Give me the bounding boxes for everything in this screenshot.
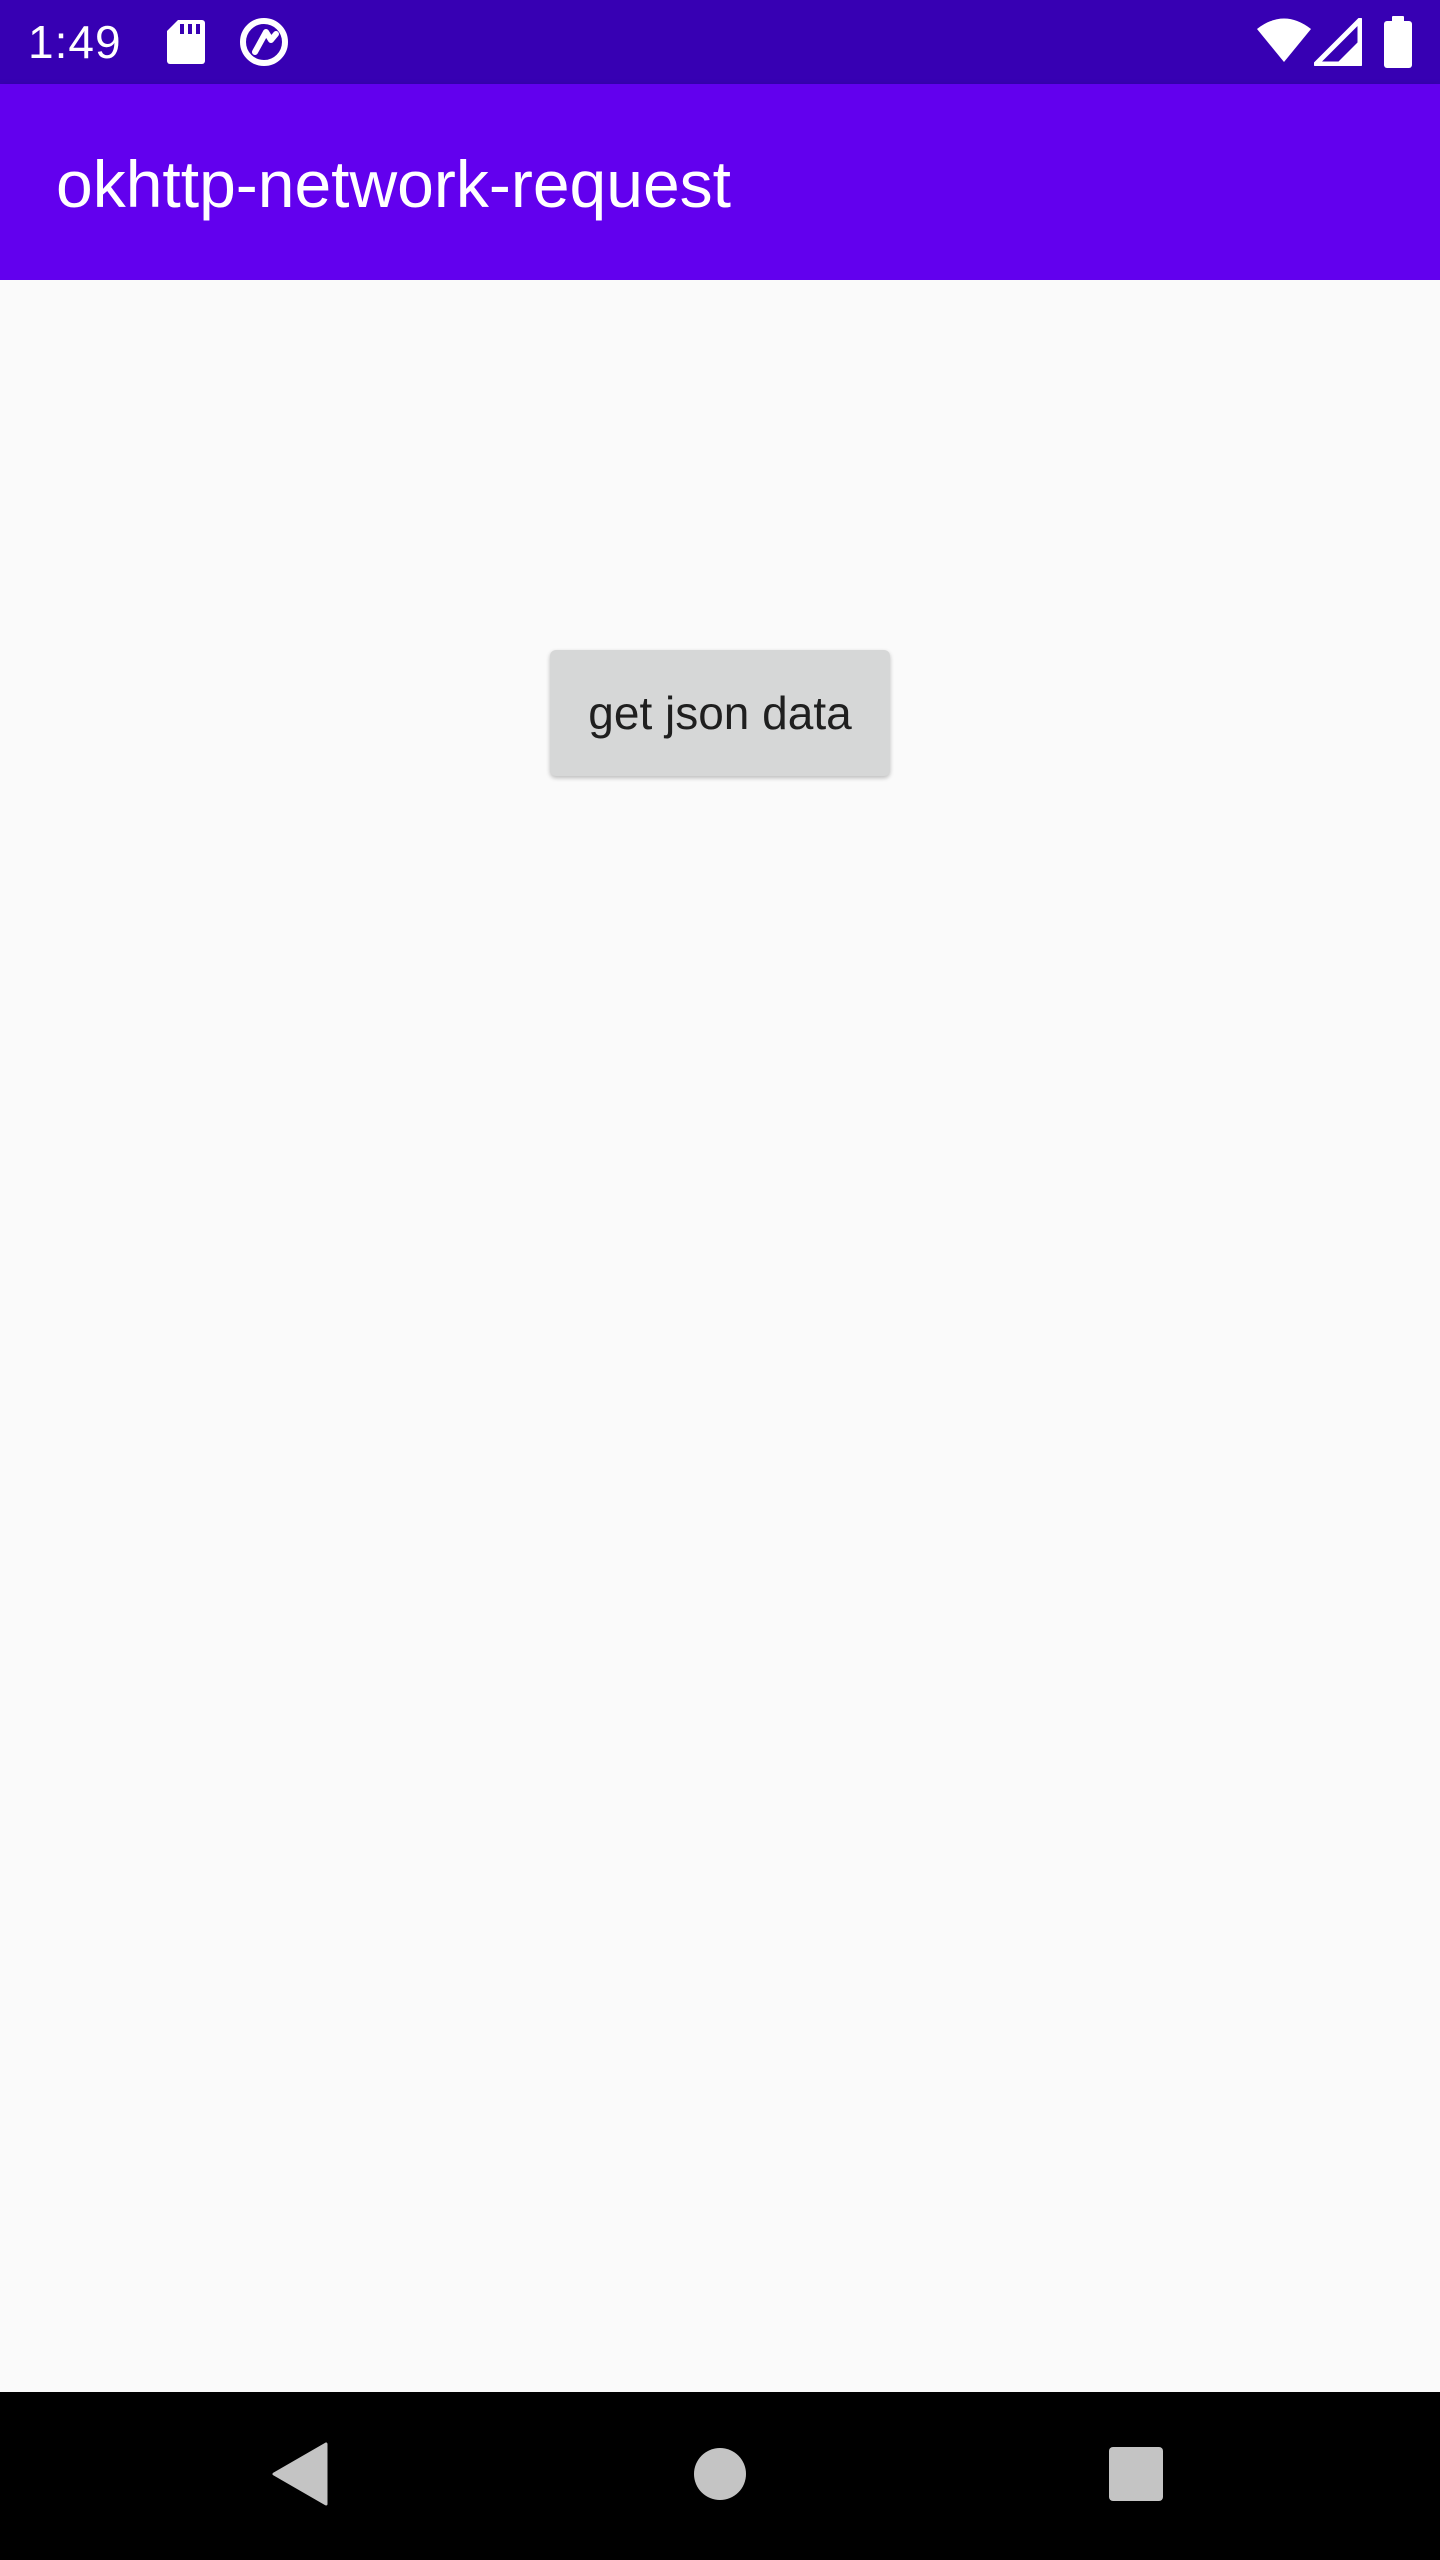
sync-icon [240, 18, 288, 66]
recents-icon[interactable] [1108, 2446, 1164, 2502]
navigation-bar [0, 2392, 1440, 2560]
wifi-icon [1257, 18, 1311, 62]
status-time: 1:49 [28, 16, 122, 68]
app-bar: okhttp-network-request [0, 84, 1440, 280]
signal-icon [1314, 18, 1362, 66]
back-icon[interactable] [272, 2442, 328, 2506]
status-bar: 1:49 [0, 0, 1440, 84]
app-title: okhttp-network-request [56, 147, 731, 221]
home-icon[interactable] [692, 2446, 748, 2502]
sd-card-icon [167, 20, 205, 64]
battery-icon [1384, 16, 1412, 68]
main-content: get json data [0, 280, 1440, 2392]
get-json-data-button[interactable]: get json data [550, 650, 890, 776]
